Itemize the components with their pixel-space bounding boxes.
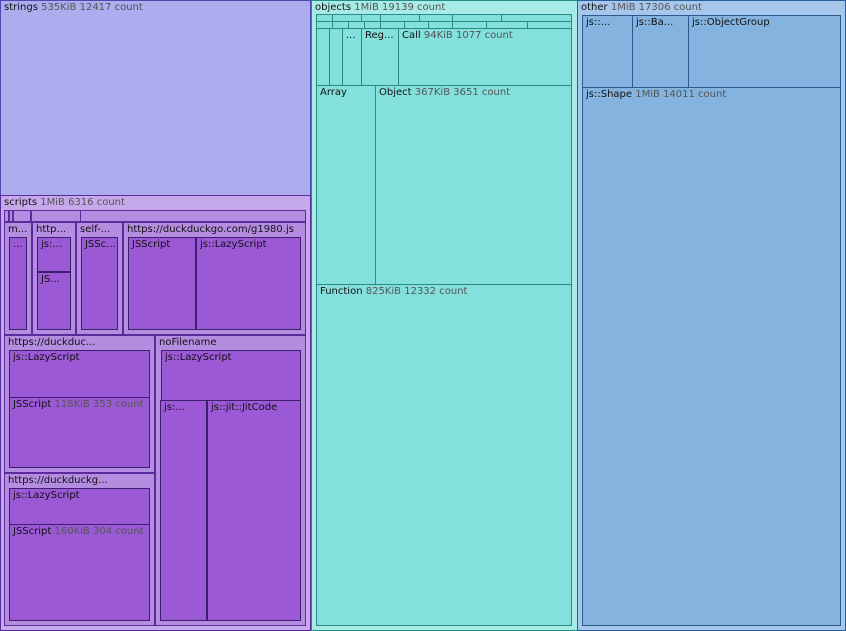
node-label: js::ObjectGroup xyxy=(692,17,770,28)
node-label: JS... xyxy=(41,274,60,285)
node-label: m... xyxy=(8,224,28,235)
treemap-node-dots[interactable]: ... xyxy=(342,28,362,86)
node-label: js:... xyxy=(164,402,185,413)
treemap-node-nofilename-jitcode[interactable]: js::jit::JitCode xyxy=(207,400,301,621)
node-label: JSScript xyxy=(132,239,171,250)
node-label: js::... xyxy=(586,17,611,28)
treemap-node-m-child[interactable]: ... xyxy=(9,237,27,330)
treemap-node-nofilename-lazyscript[interactable]: js::LazyScript xyxy=(161,350,301,401)
treemap-node-shape[interactable]: js::Shape 1MiB 14011 count xyxy=(582,87,841,626)
treemap-node-small[interactable] xyxy=(80,210,306,222)
treemap-node-reg[interactable]: Reg... xyxy=(361,28,399,86)
treemap-node-g1980-lazyscript[interactable]: js::LazyScript xyxy=(196,237,301,330)
node-label: other 1MiB 17306 count xyxy=(581,2,702,13)
node-label: noFilename xyxy=(159,337,217,348)
node-label: self-... xyxy=(80,224,111,235)
treemap-node-http-child[interactable]: JS... xyxy=(37,272,71,330)
node-label: js::jit::JitCode xyxy=(211,402,278,413)
treemap-node-nofilename-js[interactable]: js:... xyxy=(160,400,207,621)
node-label: JSScript 160KiB 304 count xyxy=(13,526,144,537)
node-label: js::LazyScript xyxy=(13,352,80,363)
node-label: js::LazyScript xyxy=(165,352,232,363)
treemap-node-function[interactable]: Function 825KiB 12332 count xyxy=(316,284,572,626)
node-label: js::LazyScript xyxy=(13,490,80,501)
treemap-node-small[interactable] xyxy=(13,210,31,222)
treemap-node-duckduc-jsscript[interactable]: JSScript 118KiB 353 count xyxy=(9,397,150,468)
node-label: Object 367KiB 3651 count xyxy=(379,87,511,98)
node-label: Array xyxy=(320,87,347,98)
node-label: JSScript 118KiB 353 count xyxy=(13,399,144,410)
node-label: https://duckduckgo.com/g1980.js xyxy=(127,224,294,235)
node-label: objects 1MiB 19139 count xyxy=(315,2,446,13)
treemap-node-small[interactable] xyxy=(31,210,81,222)
node-label: http... xyxy=(36,224,67,235)
treemap-node-http-child[interactable]: js:... xyxy=(37,237,71,272)
treemap-node-small[interactable] xyxy=(329,28,343,86)
treemap-node-duckduc-lazyscript[interactable]: js::LazyScript xyxy=(9,350,150,398)
treemap-node-other-child1[interactable]: js::... xyxy=(582,15,633,88)
node-label: js::Shape 1MiB 14011 count xyxy=(586,89,727,100)
node-label: https://duckduc... xyxy=(8,337,96,348)
treemap-node-objectgroup[interactable]: js::ObjectGroup xyxy=(688,15,841,88)
treemap-node-g1980-jsscript[interactable]: JSScript xyxy=(128,237,196,330)
node-label: Function 825KiB 12332 count xyxy=(320,286,468,297)
node-label: js:... xyxy=(41,239,62,250)
treemap-node-call[interactable]: Call 94KiB 1077 count xyxy=(398,28,572,86)
node-label: https://duckduckg... xyxy=(8,475,108,486)
treemap-node-object[interactable]: Object 367KiB 3651 count xyxy=(375,85,572,285)
treemap-node-duckduckg-jsscript[interactable]: JSScript 160KiB 304 count xyxy=(9,524,150,621)
node-label: strings 535KiB 12417 count xyxy=(4,2,143,13)
treemap-node-small[interactable] xyxy=(316,28,330,86)
treemap-node-other-child2[interactable]: js::Ba... xyxy=(632,15,689,88)
node-label: ... xyxy=(346,30,356,41)
node-label: Call 94KiB 1077 count xyxy=(402,30,513,41)
treemap-node-self-child[interactable]: JSSc... xyxy=(81,237,118,330)
treemap-node-duckduckg-lazyscript[interactable]: js::LazyScript xyxy=(9,488,150,525)
node-label: ... xyxy=(13,239,23,250)
node-label: Reg... xyxy=(365,30,394,41)
treemap-node-array[interactable]: Array xyxy=(316,85,376,285)
treemap-node-strings[interactable]: strings 535KiB 12417 count xyxy=(0,0,311,196)
node-label: JSSc... xyxy=(85,239,116,250)
node-label: scripts 1MiB 6316 count xyxy=(4,197,125,208)
node-label: js::Ba... xyxy=(636,17,674,28)
node-label: js::LazyScript xyxy=(200,239,267,250)
